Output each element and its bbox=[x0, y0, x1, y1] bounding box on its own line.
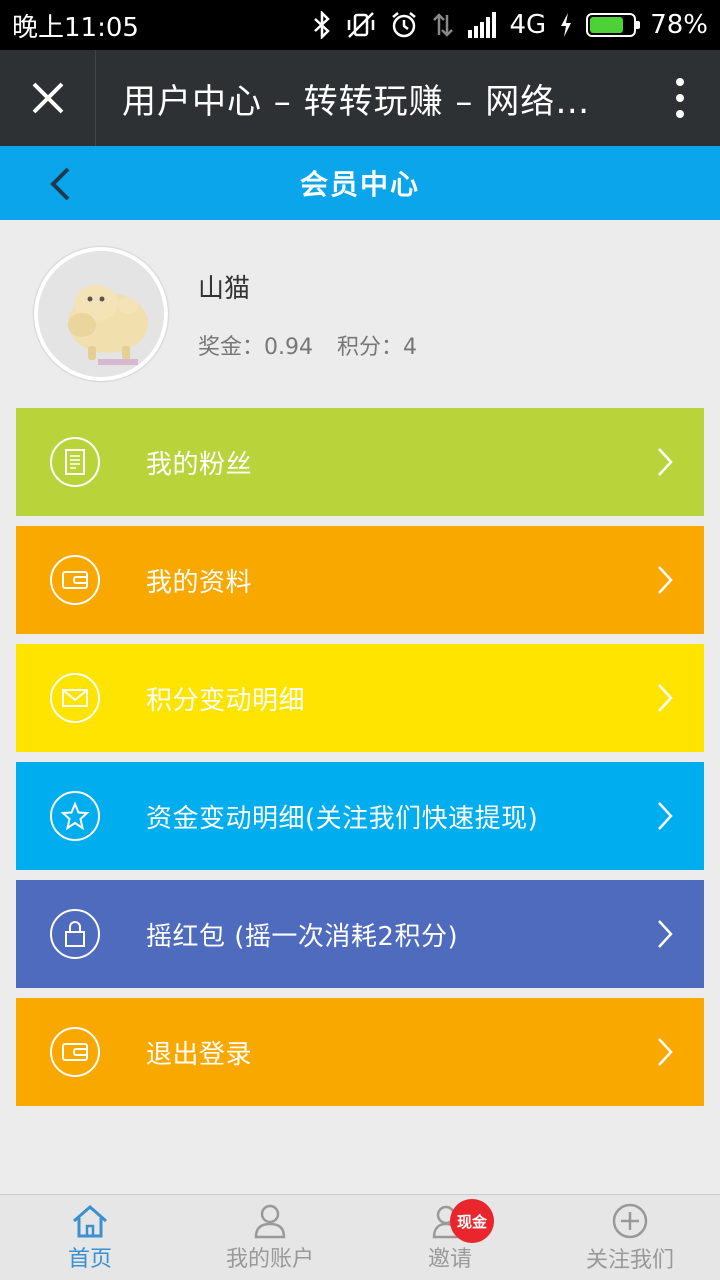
document-icon bbox=[50, 437, 100, 487]
webview-title: 用户中心 – 转转玩赚 – 网络… bbox=[122, 81, 591, 122]
home-icon bbox=[73, 1204, 107, 1237]
profile-info: 山猫 奖金：0.94 积分：4 bbox=[198, 268, 417, 361]
tab-my-account[interactable]: 我的账户 bbox=[180, 1195, 360, 1280]
user-name: 山猫 bbox=[198, 273, 251, 304]
signal-icon bbox=[467, 12, 496, 38]
back-button[interactable] bbox=[40, 164, 80, 204]
chevron-right-icon bbox=[650, 560, 680, 600]
menu-label: 资金变动明细(关注我们快速提现) bbox=[146, 803, 539, 834]
battery-percent: 78% bbox=[650, 10, 708, 40]
charging-icon bbox=[561, 13, 572, 37]
points-value: 积分：4 bbox=[337, 334, 417, 360]
status-time: 晚上11:05 bbox=[12, 12, 139, 43]
battery-icon bbox=[586, 13, 641, 37]
tab-label: 邀请 bbox=[427, 1246, 472, 1272]
wallet-icon bbox=[50, 1027, 100, 1077]
tab-label: 首页 bbox=[67, 1246, 112, 1272]
chevron-right-icon bbox=[650, 914, 680, 954]
menu-label: 退出登录 bbox=[146, 1039, 253, 1070]
menu-item-points-detail[interactable]: 积分变动明细 bbox=[16, 644, 704, 752]
status-icons: 4G 78% bbox=[312, 10, 708, 40]
menu-item-logout[interactable]: 退出登录 bbox=[16, 998, 704, 1106]
tab-label: 我的账户 bbox=[225, 1246, 314, 1272]
wallet-icon bbox=[50, 555, 100, 605]
vibrate-off-icon bbox=[347, 12, 374, 38]
menu-item-profile[interactable]: 我的资料 bbox=[16, 526, 704, 634]
data-transfer-icon bbox=[432, 13, 453, 37]
menu-label: 我的资料 bbox=[146, 567, 253, 598]
tab-follow-us[interactable]: 关注我们 bbox=[540, 1195, 720, 1280]
menu-label: 积分变动明细 bbox=[146, 685, 306, 716]
page-title: 会员中心 bbox=[299, 168, 420, 201]
user-stats: 奖金：0.94 积分：4 bbox=[198, 329, 417, 361]
avatar[interactable] bbox=[34, 247, 168, 381]
bonus-value: 奖金：0.94 bbox=[198, 334, 313, 360]
user-icon bbox=[254, 1204, 286, 1238]
cash-badge: 现金 bbox=[450, 1199, 494, 1243]
alarm-icon bbox=[391, 12, 416, 38]
menu-item-shake-red-packet[interactable]: 摇红包 (摇一次消耗2积分) bbox=[16, 880, 704, 988]
more-dot-icon bbox=[676, 94, 684, 102]
mail-icon bbox=[50, 673, 100, 723]
lock-icon bbox=[50, 909, 100, 959]
bottom-tab-bar: 首页 我的账户 邀请 现金 关注我们 bbox=[0, 1194, 720, 1280]
more-menu-button[interactable] bbox=[640, 50, 720, 146]
menu-label: 摇红包 (摇一次消耗2积分) bbox=[146, 921, 459, 952]
chevron-right-icon bbox=[650, 442, 680, 482]
chevron-right-icon bbox=[650, 796, 680, 836]
close-button[interactable] bbox=[0, 50, 96, 146]
plus-circle-icon bbox=[612, 1203, 648, 1238]
sheep-plush-image bbox=[38, 251, 164, 377]
tab-label: 关注我们 bbox=[585, 1247, 674, 1273]
status-bar: 晚上11:05 4G 78% bbox=[0, 0, 720, 50]
more-dot-icon bbox=[676, 78, 684, 86]
more-dot-icon bbox=[676, 110, 684, 118]
profile-card: 山猫 奖金：0.94 积分：4 bbox=[0, 220, 720, 408]
page-header: 会员中心 bbox=[0, 146, 720, 220]
chevron-right-icon bbox=[650, 1032, 680, 1072]
chevron-right-icon bbox=[650, 678, 680, 718]
bluetooth-icon bbox=[313, 11, 330, 39]
tab-invite[interactable]: 邀请 现金 bbox=[360, 1195, 540, 1280]
menu-item-fans[interactable]: 我的粉丝 bbox=[16, 408, 704, 516]
menu-item-funds-detail[interactable]: 资金变动明细(关注我们快速提现) bbox=[16, 762, 704, 870]
star-icon bbox=[50, 791, 100, 841]
network-type: 4G bbox=[509, 10, 547, 40]
webview-title-bar: 用户中心 – 转转玩赚 – 网络… bbox=[0, 50, 720, 146]
chevron-left-icon bbox=[50, 167, 70, 201]
menu-label: 我的粉丝 bbox=[146, 449, 253, 480]
close-icon bbox=[32, 82, 63, 114]
tab-home[interactable]: 首页 bbox=[0, 1195, 180, 1280]
